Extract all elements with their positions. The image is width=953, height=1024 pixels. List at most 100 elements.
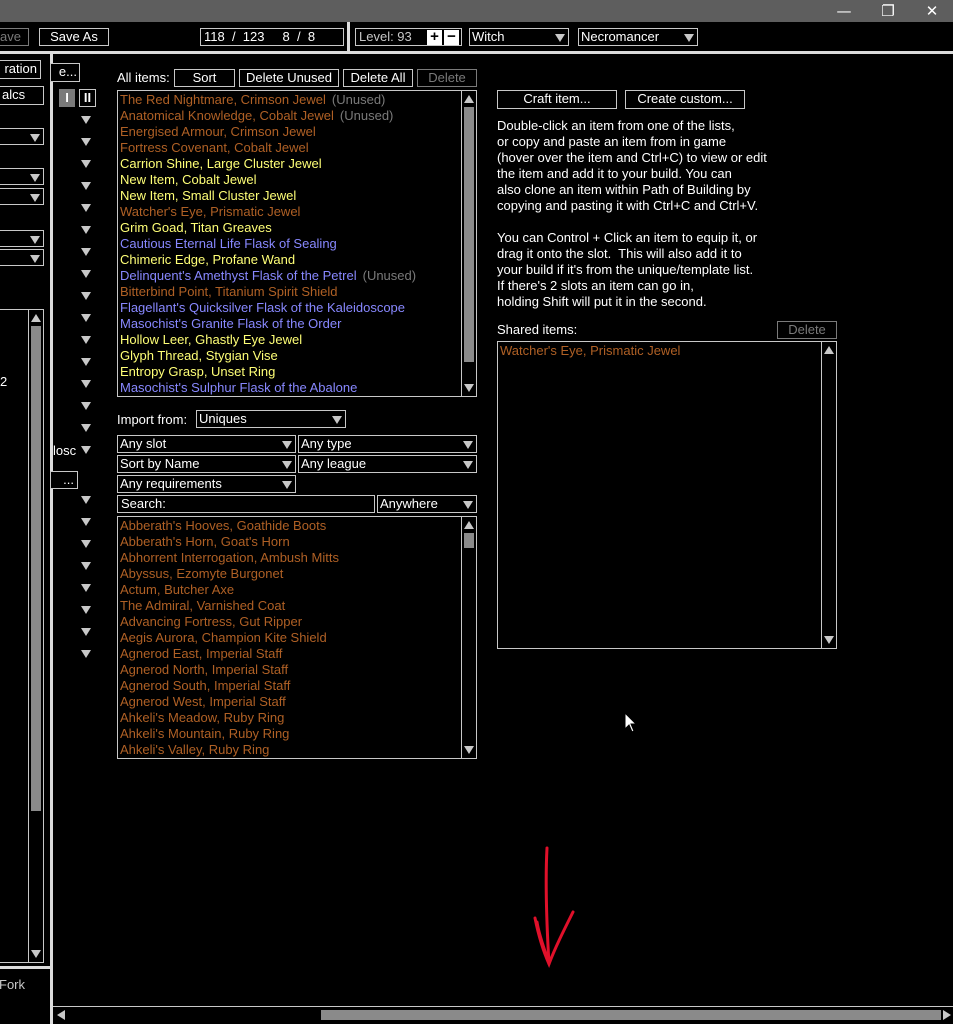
shared-delete-button[interactable]: Delete [777, 321, 837, 339]
scroll-down-icon[interactable] [824, 636, 834, 644]
left-dropdown-2[interactable] [0, 168, 44, 185]
chevron-down-icon[interactable] [81, 314, 91, 322]
close-icon[interactable]: ✕ [910, 0, 953, 22]
scroll-left-icon[interactable] [57, 1010, 65, 1020]
search-mode-dropdown[interactable]: Anywhere [377, 495, 477, 513]
shared-items-list[interactable]: Watcher's Eye, Prismatic Jewel [497, 341, 837, 649]
list-item[interactable]: New Item, Small Cluster Jewel [119, 188, 416, 204]
chevron-down-icon[interactable] [81, 358, 91, 366]
uniques-list[interactable]: Abberath's Hooves, Goathide Boots Abberat… [117, 516, 477, 759]
list-item[interactable]: Masochist's Sulphur Flask of the Abalone [119, 380, 416, 396]
list-item[interactable]: Watcher's Eye, Prismatic Jewel [499, 343, 680, 359]
chevron-down-icon[interactable] [81, 182, 91, 190]
list-item[interactable]: Glyph Thread, Stygian Vise [119, 348, 416, 364]
level-decrease-button[interactable]: − [444, 29, 459, 45]
list-item[interactable]: The Red Nightmare, Crimson Jewel (Unused) [119, 92, 416, 108]
shared-items-scrollbar[interactable] [821, 342, 836, 648]
left-dropdown-3[interactable] [0, 188, 44, 205]
delete-button[interactable]: Delete [417, 69, 477, 87]
chevron-down-icon[interactable] [81, 116, 91, 124]
chevron-down-icon[interactable] [81, 292, 91, 300]
list-item[interactable]: Energised Armour, Crimson Jewel [119, 124, 416, 140]
list-item[interactable]: Ahkeli's Mountain, Ruby Ring [119, 726, 339, 742]
chevron-down-icon[interactable] [81, 628, 91, 636]
left-list[interactable]: 2 [0, 309, 44, 963]
list-item[interactable]: Masochist's Granite Flask of the Order [119, 316, 416, 332]
import-source-dropdown[interactable]: Uniques [196, 410, 346, 428]
horizontal-scrollbar[interactable] [53, 1006, 953, 1022]
left-list-scrollbar[interactable] [28, 310, 43, 962]
chevron-down-icon[interactable] [81, 270, 91, 278]
list-item[interactable]: Fortress Covenant, Cobalt Jewel [119, 140, 416, 156]
left-dropdown-4[interactable] [0, 230, 44, 247]
chevron-down-icon[interactable] [81, 248, 91, 256]
calcs-tab[interactable]: alcs [0, 86, 44, 105]
ascendancy-dropdown[interactable]: Necromancer [578, 28, 698, 46]
save-as-button[interactable]: Save As [39, 28, 109, 46]
search-input[interactable]: Search: [117, 495, 375, 513]
level-increase-button[interactable]: + [427, 29, 442, 45]
chevron-down-icon[interactable] [81, 226, 91, 234]
list-item[interactable]: Abberath's Hooves, Goathide Boots [119, 518, 339, 534]
all-items-list[interactable]: The Red Nightmare, Crimson Jewel (Unused)… [117, 90, 477, 397]
item-set-one-button[interactable]: I [59, 89, 75, 107]
scroll-thumb[interactable] [31, 326, 41, 811]
chevron-down-icon[interactable] [81, 424, 91, 432]
chevron-down-icon[interactable] [81, 204, 91, 212]
jewel-socket-button[interactable]: ... [50, 471, 78, 489]
craft-item-button[interactable]: Craft item... [497, 90, 617, 109]
list-item[interactable]: Ahkeli's Valley, Ruby Ring [119, 742, 339, 758]
chevron-down-icon[interactable] [81, 650, 91, 658]
chevron-down-icon[interactable] [81, 518, 91, 526]
league-filter-dropdown[interactable]: Any league [298, 455, 477, 473]
left-dropdown-1[interactable] [0, 128, 44, 145]
list-item[interactable]: The Admiral, Varnished Coat [119, 598, 339, 614]
chevron-down-icon[interactable] [81, 336, 91, 344]
scroll-thumb[interactable] [464, 533, 474, 548]
import-export-button[interactable]: e... [50, 63, 80, 82]
delete-unused-button[interactable]: Delete Unused [239, 69, 339, 87]
minimize-icon[interactable]: — [822, 0, 866, 22]
list-item[interactable]: Ahkeli's Meadow, Ruby Ring [119, 710, 339, 726]
chevron-down-icon[interactable] [81, 496, 91, 504]
configuration-tab[interactable]: ration [0, 60, 41, 79]
chevron-down-icon[interactable] [81, 540, 91, 548]
delete-all-button[interactable]: Delete All [343, 69, 413, 87]
list-item[interactable]: Abberath's Horn, Goat's Horn [119, 534, 339, 550]
chevron-down-icon[interactable] [81, 446, 91, 454]
save-button[interactable]: ave [0, 28, 29, 46]
list-item[interactable]: Carrion Shine, Large Cluster Jewel [119, 156, 416, 172]
requirements-dropdown[interactable]: Any requirements [117, 475, 296, 493]
list-item[interactable]: Flagellant's Quicksilver Flask of the Ka… [119, 300, 416, 316]
list-item[interactable]: Agnerod South, Imperial Staff [119, 678, 339, 694]
create-custom-button[interactable]: Create custom... [625, 90, 745, 109]
left-dropdown-5[interactable] [0, 249, 44, 266]
list-item[interactable]: Abhorrent Interrogation, Ambush Mitts [119, 550, 339, 566]
chevron-down-icon[interactable] [81, 562, 91, 570]
list-item[interactable]: Grim Goad, Titan Greaves [119, 220, 416, 236]
list-item[interactable]: Agnerod West, Imperial Staff [119, 694, 339, 710]
list-item[interactable]: Advancing Fortress, Gut Ripper [119, 614, 339, 630]
list-item[interactable]: Chimeric Edge, Profane Wand [119, 252, 416, 268]
list-item[interactable]: Anatomical Knowledge, Cobalt Jewel (Unuse… [119, 108, 416, 124]
scroll-up-icon[interactable] [31, 314, 41, 322]
slot-filter-dropdown[interactable]: Any slot [117, 435, 296, 453]
scroll-up-icon[interactable] [824, 346, 834, 354]
scroll-right-icon[interactable] [943, 1010, 951, 1020]
chevron-down-icon[interactable] [81, 402, 91, 410]
scroll-down-icon[interactable] [31, 950, 41, 958]
scroll-up-icon[interactable] [464, 95, 474, 103]
list-item[interactable]: Watcher's Eye, Prismatic Jewel [119, 204, 416, 220]
list-item[interactable]: Aegis Aurora, Champion Kite Shield [119, 630, 339, 646]
chevron-down-icon[interactable] [81, 380, 91, 388]
list-item[interactable]: Abyssus, Ezomyte Burgonet [119, 566, 339, 582]
scroll-down-icon[interactable] [464, 746, 474, 754]
chevron-down-icon[interactable] [81, 160, 91, 168]
scroll-up-icon[interactable] [464, 521, 474, 529]
list-item[interactable]: Entropy Grasp, Unset Ring [119, 364, 416, 380]
list-item[interactable]: Cautious Eternal Life Flask of Sealing [119, 236, 416, 252]
list-item[interactable]: Actum, Butcher Axe [119, 582, 339, 598]
list-item[interactable]: Bitterbind Point, Titanium Spirit Shield [119, 284, 416, 300]
chevron-down-icon[interactable] [81, 584, 91, 592]
list-item[interactable]: Agnerod North, Imperial Staff [119, 662, 339, 678]
